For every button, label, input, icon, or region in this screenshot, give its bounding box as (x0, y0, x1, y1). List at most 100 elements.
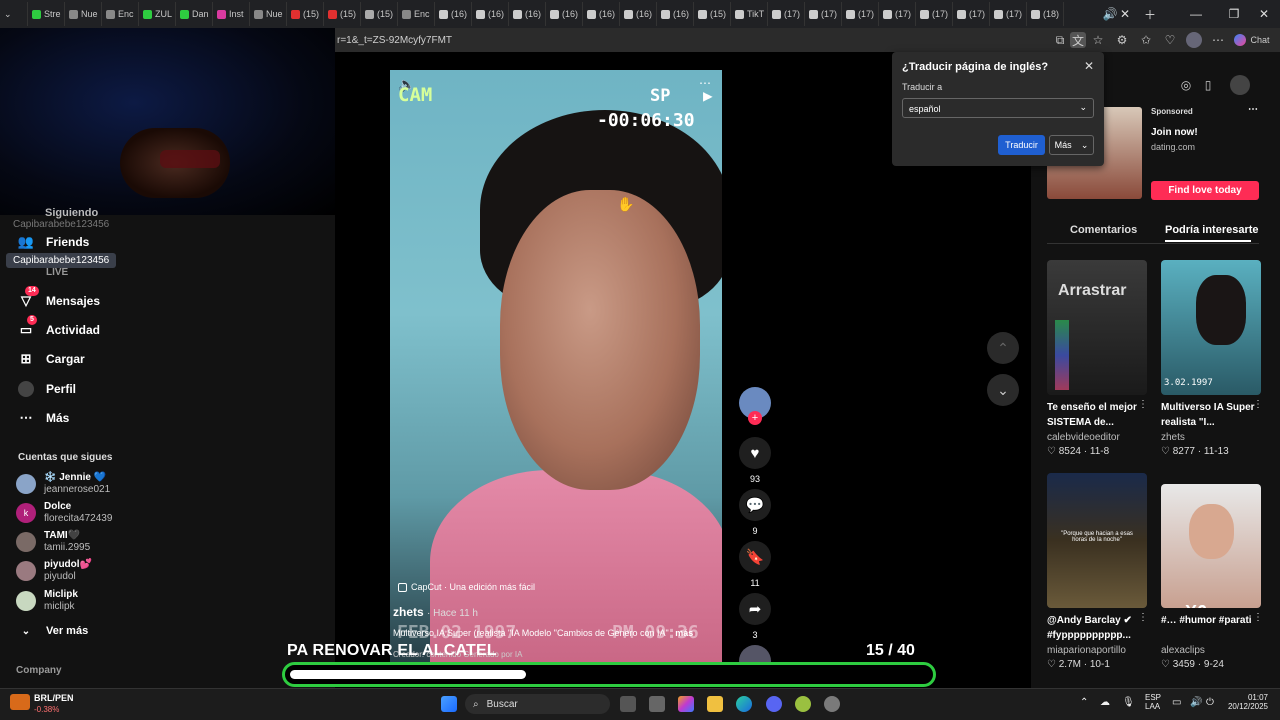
following-item[interactable]: ❄️ Jennie 💙 jeannerose021 (16, 472, 110, 496)
recommended-video-title[interactable]: #… #humor #parati (1161, 613, 1261, 628)
save-button[interactable]: 🔖 11 (739, 541, 771, 588)
tab-list-menu[interactable]: ⌄ (0, 2, 28, 26)
browser-tab[interactable]: (16) (583, 2, 620, 26)
browser-tab[interactable]: (15) (361, 2, 398, 26)
compass-icon[interactable]: ◎ (1178, 77, 1194, 93)
clock[interactable]: 01:07 20/12/2025 (1226, 693, 1268, 711)
card-more-icon[interactable]: ⋮ (1253, 399, 1263, 410)
browser-tab[interactable]: (16) (472, 2, 509, 26)
microphone-icon[interactable]: 🎙 (1122, 697, 1135, 708)
translate-icon[interactable]: 文 (1070, 32, 1086, 48)
copilot-button[interactable]: Chat (1232, 32, 1272, 48)
browser-tab[interactable]: (16) (546, 2, 583, 26)
app-icon[interactable] (795, 696, 811, 712)
recommended-video-thumb[interactable]: X6 (1161, 484, 1261, 608)
edge-browser-icon[interactable] (736, 696, 752, 712)
recommended-video-thumb[interactable]: Arrastrar (1047, 260, 1147, 395)
obs-icon[interactable] (824, 696, 840, 712)
caption-more-link[interactable]: más (675, 628, 693, 638)
next-video-button[interactable]: ⌄ (987, 374, 1019, 406)
chevron-up-icon[interactable]: ⌃ (1080, 697, 1088, 708)
see-more-button[interactable]: ⌄ Ver más (18, 623, 88, 639)
volume-icon[interactable]: 🔊 (1190, 697, 1202, 708)
open-app-icon[interactable]: ⧉ (1052, 32, 1068, 48)
browser-tab[interactable]: (17) (916, 2, 953, 26)
browser-tab[interactable]: Enc (398, 2, 435, 26)
browser-tab[interactable]: (17) (953, 2, 990, 26)
more-options-button[interactable]: Más ⌄ (1049, 135, 1094, 155)
browser-tab[interactable]: (15) (694, 2, 731, 26)
video-author-name[interactable]: zhets (393, 605, 424, 619)
recommended-video-author[interactable]: calebvideoeditor (1047, 432, 1120, 443)
mobile-icon[interactable]: ▯ (1200, 77, 1216, 93)
browser-tab[interactable]: (16) (435, 2, 472, 26)
windows-start-icon[interactable] (441, 696, 457, 712)
browser-tab[interactable]: (17) (805, 2, 842, 26)
recommended-video-author[interactable]: miaparionaportillo (1047, 645, 1126, 656)
profile-avatar[interactable] (1186, 32, 1202, 48)
close-tab-icon[interactable]: ✕ (1117, 0, 1133, 28)
browser-tab[interactable]: (17) (768, 2, 805, 26)
like-button[interactable]: ♥ 93 (739, 437, 771, 484)
minimize-icon[interactable]: — (1176, 0, 1216, 28)
settings-more-icon[interactable]: ⋯ (1210, 32, 1226, 48)
comment-button[interactable]: 💬 9 (739, 489, 771, 536)
sidebar-partial-following[interactable]: Siguiendo (45, 207, 98, 219)
browser-tab[interactable]: Stre (28, 2, 65, 26)
sidebar-item-activity[interactable]: ▭ 5 Actividad (18, 315, 100, 338)
ad-cta-button[interactable]: Find love today (1151, 181, 1259, 200)
browser-tab[interactable]: Nue (65, 2, 102, 26)
browser-tab[interactable]: (18) (1027, 2, 1064, 26)
language-indicator[interactable]: ESP LAA (1145, 693, 1161, 711)
onedrive-icon[interactable]: ☁ (1100, 697, 1110, 708)
favorite-star-icon[interactable]: ☆ (1090, 32, 1106, 48)
creator-avatar-button[interactable]: + (739, 387, 771, 425)
following-item[interactable]: Miclipk miclipk (16, 589, 78, 613)
browser-tab[interactable]: (15) (324, 2, 361, 26)
recommended-video-title[interactable]: Multiverso IA Super realista "I... (1161, 400, 1261, 430)
close-window-icon[interactable]: ✕ (1244, 0, 1280, 28)
recommended-video-thumb[interactable]: "Porque que hacian a esas horas de la no… (1047, 473, 1147, 608)
recommended-video-title[interactable]: @Andy Barclay ✔ #fypppppppppp... (1047, 613, 1147, 643)
discord-icon[interactable] (766, 696, 782, 712)
follow-plus-icon[interactable]: + (748, 411, 762, 425)
ad-title[interactable]: Join now! (1151, 127, 1198, 138)
stock-name[interactable]: BRL/PEN (34, 693, 74, 703)
file-explorer-icon[interactable] (707, 696, 723, 712)
sidebar-item-friends[interactable]: 👥 Friends (18, 234, 89, 250)
previous-video-button[interactable]: ⌃ (987, 332, 1019, 364)
recommended-video-author[interactable]: alexaclips (1161, 645, 1205, 656)
sidebar-item-upload[interactable]: ⊞ Cargar (18, 351, 85, 367)
share-button[interactable]: ➦ 3 (739, 593, 771, 640)
recommended-video-title[interactable]: Te enseño el mejor SISTEMA de... (1047, 400, 1147, 430)
tab-comments[interactable]: Comentarios (1070, 224, 1137, 236)
taskbar-search[interactable]: ⌕ Buscar (465, 694, 610, 714)
browser-tab[interactable]: ZUL (139, 2, 176, 26)
sidebar-item-more[interactable]: ⋯ Más (18, 410, 70, 426)
browser-tab[interactable]: (15) (287, 2, 324, 26)
browser-tab[interactable]: Inst (213, 2, 250, 26)
new-tab-icon[interactable]: ＋ (1140, 0, 1160, 28)
network-icon[interactable]: ▭ (1172, 697, 1181, 708)
sidebar-item-messages[interactable]: ▽ 14 Mensajes (18, 286, 100, 309)
following-item[interactable]: piyudol💕 piyudol (16, 559, 92, 583)
favorites-icon[interactable]: ✩ (1138, 32, 1154, 48)
card-more-icon[interactable]: ⋮ (1138, 612, 1148, 623)
copilot-app-icon[interactable] (678, 696, 694, 712)
ad-more-icon[interactable]: ⋯ (1248, 104, 1258, 115)
translate-button[interactable]: Traducir (998, 135, 1045, 155)
language-select[interactable]: español ⌄ (902, 98, 1094, 118)
card-more-icon[interactable]: ⋮ (1138, 399, 1148, 410)
stock-widget-icon[interactable] (10, 694, 30, 710)
browser-tab[interactable]: Nue (250, 2, 287, 26)
extensions-icon[interactable]: ⚙ (1114, 32, 1130, 48)
browser-tab[interactable]: (16) (509, 2, 546, 26)
browser-tab[interactable]: (17) (879, 2, 916, 26)
following-item[interactable]: TAMI🖤 tamii.2995 (16, 530, 90, 554)
battery-icon[interactable]: ⏻ (1206, 697, 1214, 708)
capcut-label[interactable]: CapCut · Una edición más fácil (398, 582, 535, 592)
browser-tab[interactable]: (16) (657, 2, 694, 26)
card-more-icon[interactable]: ⋮ (1253, 612, 1263, 623)
store-icon[interactable] (649, 696, 665, 712)
recommended-video-author[interactable]: zhets (1161, 432, 1185, 443)
